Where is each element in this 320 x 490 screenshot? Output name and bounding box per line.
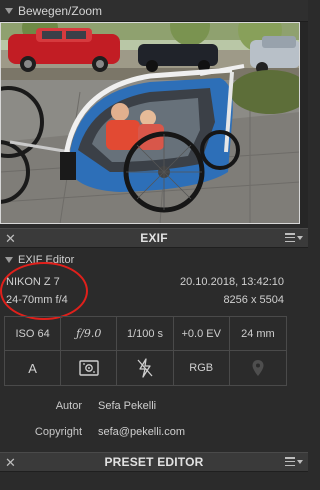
iso-value: ISO 64	[5, 317, 62, 351]
preset-editor-title: PRESET EDITOR	[104, 455, 204, 469]
author-field[interactable]: Sefa Pekelli	[98, 400, 156, 412]
capture-datetime: 20.10.2018, 13:42:10	[180, 276, 284, 288]
navigator-scrollbar[interactable]	[300, 22, 308, 228]
collapse-triangle-icon[interactable]	[5, 257, 13, 263]
author-row: Autor Sefa Pekelli	[0, 396, 300, 416]
collapse-triangle-icon[interactable]	[5, 7, 13, 14]
flash-off-icon	[117, 351, 174, 385]
shutter-speed-value: 1/100 s	[117, 317, 174, 351]
red-highlight-annotation	[0, 262, 88, 320]
preset-editor-panel-header[interactable]: ✕ PRESET EDITOR	[0, 452, 308, 472]
navigator-preview-image[interactable]	[0, 22, 300, 224]
exif-panel-menu-icon[interactable]	[285, 233, 303, 242]
focal-length-value: 24 mm	[229, 317, 286, 351]
color-space-value: RGB	[174, 351, 230, 385]
aperture-value: ƒ/9.0	[61, 317, 118, 351]
copyright-row: Copyright sefa@pekelli.com	[0, 422, 300, 442]
navigator-title: Bewegen/Zoom	[18, 3, 103, 18]
preview-photo	[0, 22, 300, 224]
author-label: Autor	[55, 400, 82, 412]
metering-icon	[61, 351, 118, 385]
image-dimensions: 8256 x 5504	[223, 294, 284, 306]
location-pin-icon[interactable]	[230, 351, 286, 385]
exposure-compensation-value: +0.0 EV	[173, 317, 230, 351]
exif-panel-header[interactable]: ✕ EXIF	[0, 228, 308, 248]
close-preset-panel-icon[interactable]: ✕	[5, 455, 16, 471]
navigator-header[interactable]: Bewegen/Zoom	[0, 0, 308, 22]
copyright-field[interactable]: sefa@pekelli.com	[98, 426, 185, 438]
exif-panel-title: EXIF	[140, 231, 168, 245]
exif-parameter-grid: ISO 64 ƒ/9.0 1/100 s +0.0 EV 24 mm A RGB	[4, 316, 287, 386]
copyright-label: Copyright	[34, 426, 82, 438]
preset-panel-menu-icon[interactable]	[285, 457, 303, 466]
exposure-mode-value: A	[5, 351, 62, 385]
close-exif-panel-icon[interactable]: ✕	[5, 231, 16, 247]
